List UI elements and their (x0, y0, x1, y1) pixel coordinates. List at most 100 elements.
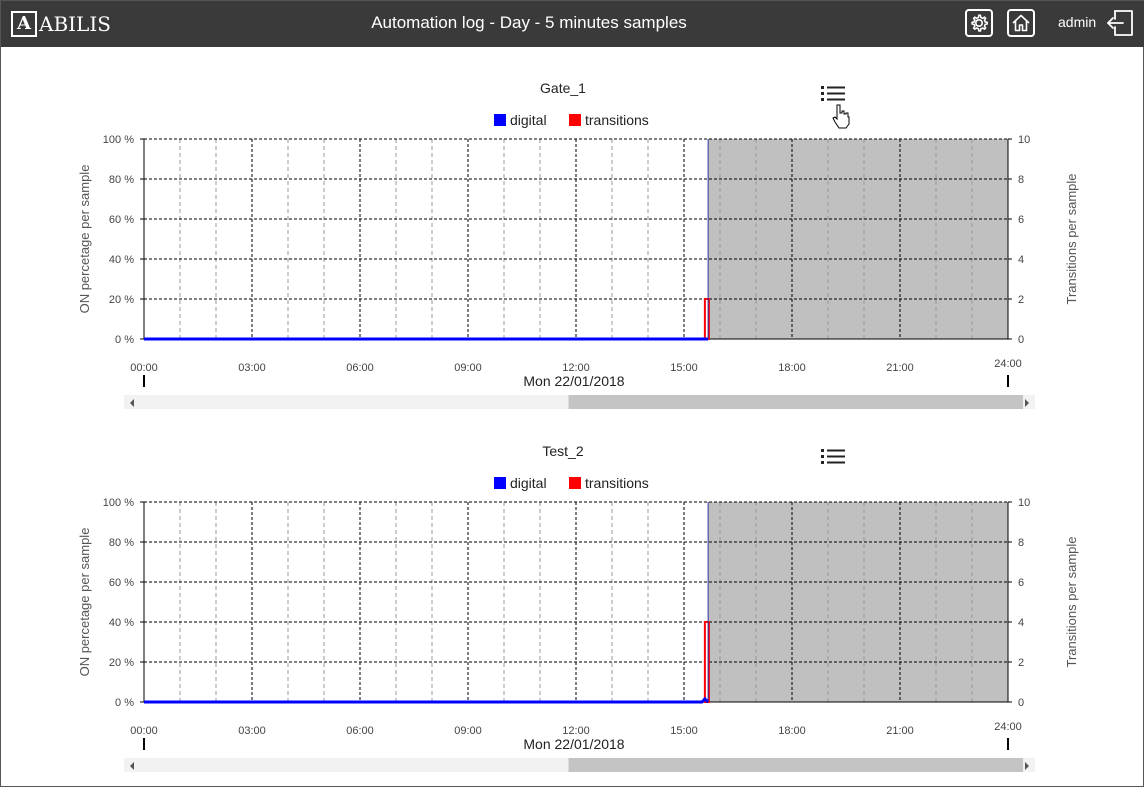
scrollbar-thumb[interactable] (568, 758, 1024, 772)
x-tick-label: 24:00 (994, 358, 1022, 370)
y-tick-label-left: 40 % (109, 617, 134, 629)
x-tick-label: 06:00 (346, 725, 374, 737)
chart-menu-icon[interactable] (821, 86, 845, 101)
chart-legend: digital transitions (494, 475, 649, 491)
y-tick-label-right: 10 (1018, 134, 1030, 146)
legend-swatch-transitions (569, 114, 581, 126)
x-tick-label: 03:00 (238, 725, 266, 737)
x-tick-label: 00:00 (130, 725, 158, 737)
chart-legend: digital transitions (494, 112, 649, 128)
settings-button[interactable] (965, 9, 993, 37)
app-frame: A ABILIS Automation log - Day - 5 minute… (0, 0, 1144, 787)
legend-swatch-digital (494, 114, 506, 126)
legend-label-transitions: transitions (585, 475, 649, 491)
y-tick-label-right: 8 (1018, 174, 1024, 186)
menu-dot (821, 449, 824, 452)
y-tick-label-left: 0 % (115, 697, 134, 709)
range-handle-left[interactable] (143, 738, 145, 750)
menu-dot (821, 92, 824, 95)
x-tick-label: 21:00 (886, 725, 914, 737)
legend-label-transitions: transitions (585, 112, 649, 128)
gear-icon (971, 14, 988, 32)
y-tick-label-left: 40 % (109, 254, 134, 266)
menu-line (827, 86, 845, 89)
menu-line (827, 461, 845, 464)
legend-label-digital: digital (510, 112, 547, 128)
y-tick-label-right: 6 (1018, 577, 1024, 589)
x-tick-label: 09:00 (454, 362, 482, 374)
chart-menu-icon[interactable] (821, 449, 845, 464)
menu-dot (821, 86, 824, 89)
range-handle-left[interactable] (143, 375, 145, 387)
menu-line (827, 98, 845, 101)
chart-panel-1: Gate_1 digital transitions 0 % 20 % 40 % 60 % 8… (1, 49, 1144, 409)
y-axis-title-right: Transitions per sample (1064, 536, 1079, 667)
future-area (708, 139, 1008, 339)
y-tick-label-left: 100 % (103, 134, 134, 146)
legend-item-digital[interactable]: digital (494, 112, 547, 128)
menu-line (827, 449, 845, 452)
menu-line (827, 92, 845, 95)
y-tick-label-left: 20 % (109, 657, 134, 669)
chart-panel-2: Test_2digital transitions 0 % 20 % 40 % 60 % 8… (1, 412, 1144, 772)
menu-dot (821, 98, 824, 101)
y-tick-label-right: 0 (1018, 697, 1024, 709)
page-title: Automation log - Day - 5 minutes samples (371, 13, 687, 32)
menu-line (827, 455, 845, 458)
legend-item-transitions[interactable]: transitions (569, 475, 649, 491)
future-area (708, 502, 1008, 702)
y-tick-label-right: 2 (1018, 294, 1024, 306)
x-tick-label: 06:00 (346, 362, 374, 374)
x-tick-label: 00:00 (130, 362, 158, 374)
horizontal-scrollbar[interactable] (124, 758, 1035, 772)
x-tick-label: 03:00 (238, 362, 266, 374)
menu-dot (821, 455, 824, 458)
x-tick-label: 24:00 (994, 721, 1022, 733)
range-handle-right[interactable] (1007, 738, 1009, 750)
y-tick-label-left: 80 % (109, 174, 134, 186)
x-tick-label: 09:00 (454, 725, 482, 737)
x-tick-label: 21:00 (886, 362, 914, 374)
chart-svg-2: Test_2digital transitions 0 % 20 % 40 % 60 % 8… (77, 443, 1079, 772)
digital-series-line (144, 696, 710, 704)
top-bar: A ABILIS Automation log - Day - 5 minute… (1, 1, 1144, 47)
hand-cursor-icon (832, 104, 850, 129)
scrollbar-thumb[interactable] (568, 395, 1024, 409)
logout-icon (1107, 10, 1133, 36)
menu-dot (821, 461, 824, 464)
x-tick-label: 15:00 (670, 362, 698, 374)
range-handle-right[interactable] (1007, 375, 1009, 387)
y-tick-label-right: 6 (1018, 214, 1024, 226)
y-tick-label-right: 4 (1018, 254, 1024, 266)
y-axis-title-left: ON percetage per sample (77, 528, 92, 677)
chart-title: Gate_1 (540, 80, 586, 96)
y-tick-label-left: 60 % (109, 577, 134, 589)
legend-label-digital: digital (510, 475, 547, 491)
user-name[interactable]: admin (1058, 14, 1096, 30)
legend-item-transitions[interactable]: transitions (569, 112, 649, 128)
y-tick-label-right: 8 (1018, 537, 1024, 549)
y-tick-label-left: 0 % (115, 334, 134, 346)
x-tick-label: 18:00 (778, 725, 806, 737)
y-tick-label-right: 2 (1018, 657, 1024, 669)
x-tick-label: 15:00 (670, 725, 698, 737)
logout-button[interactable] (1106, 9, 1134, 37)
horizontal-scrollbar[interactable] (124, 395, 1035, 409)
legend-item-digital[interactable]: digital (494, 475, 547, 491)
y-tick-label-right: 0 (1018, 334, 1024, 346)
y-tick-label-left: 100 % (103, 497, 134, 509)
legend-swatch-digital (494, 477, 506, 489)
chart-title: Test_2 (542, 443, 583, 459)
hand-shape (832, 104, 850, 129)
legend-swatch-transitions (569, 477, 581, 489)
y-tick-label-left: 20 % (109, 294, 134, 306)
x-axis-label: Mon 22/01/2018 (523, 736, 624, 752)
chart-svg-1: Gate_1digital transitions 0 % 20 % 40 % 60 % 8… (77, 80, 1079, 409)
x-tick-label: 18:00 (778, 362, 806, 374)
y-axis-title-right: Transitions per sample (1064, 173, 1079, 304)
home-button[interactable] (1007, 9, 1035, 37)
x-axis-label: Mon 22/01/2018 (523, 373, 624, 389)
y-tick-label-right: 4 (1018, 617, 1024, 629)
y-tick-label-left: 80 % (109, 537, 134, 549)
y-tick-label-right: 10 (1018, 497, 1030, 509)
